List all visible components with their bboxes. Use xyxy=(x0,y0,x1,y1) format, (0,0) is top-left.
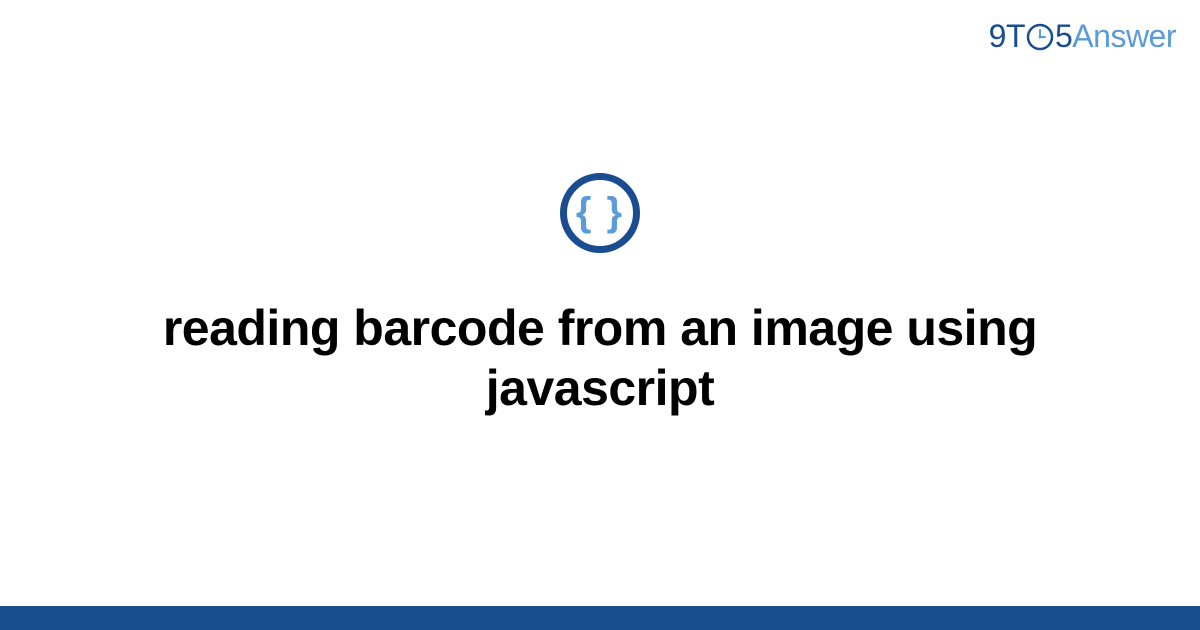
footer-accent-bar xyxy=(0,606,1200,630)
category-icon-wrapper: { } xyxy=(560,173,640,253)
question-title: reading barcode from an image using java… xyxy=(100,298,1100,418)
main-content: { } reading barcode from an image using … xyxy=(0,0,1200,630)
code-braces-icon: { } xyxy=(560,173,640,253)
braces-glyph: { } xyxy=(576,190,624,235)
